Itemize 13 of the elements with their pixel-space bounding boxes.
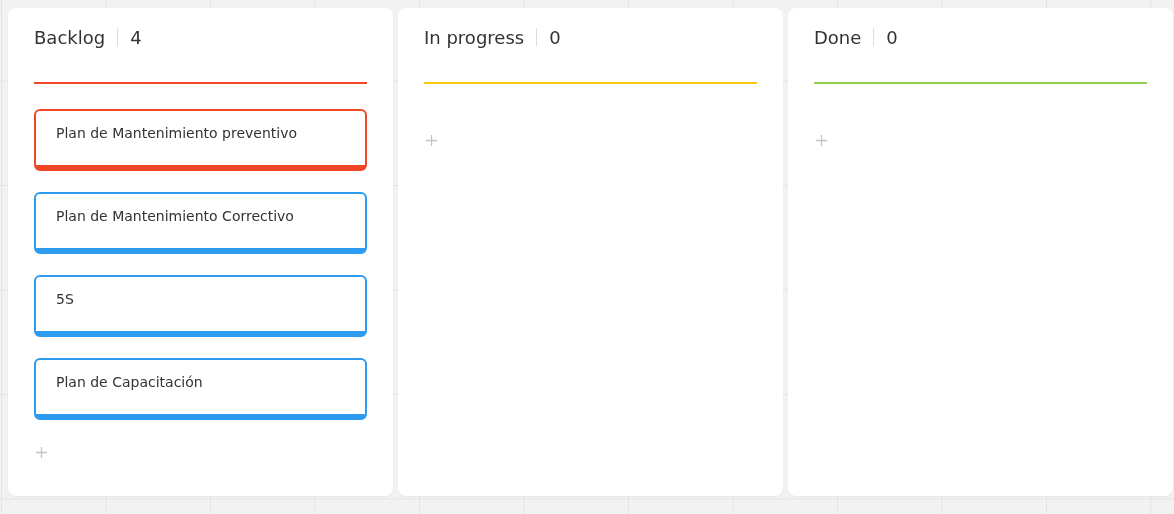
card-count: 0 xyxy=(549,26,561,48)
card-count: 0 xyxy=(886,26,898,48)
add-icon[interactable] xyxy=(425,134,438,147)
add-icon[interactable] xyxy=(815,134,828,147)
add-icon[interactable] xyxy=(35,446,48,459)
column-title: Backlog xyxy=(34,26,106,48)
column-title: In progress xyxy=(424,26,525,48)
task-card[interactable]: Plan de Mantenimiento Correctivo xyxy=(34,192,367,254)
task-card[interactable]: Plan de Capacitación xyxy=(34,358,367,420)
task-card[interactable]: 5S xyxy=(34,275,367,337)
card-count: 4 xyxy=(130,26,142,48)
task-card[interactable]: Plan de Mantenimiento preventivo xyxy=(34,109,367,171)
column-title: Done xyxy=(814,26,862,48)
